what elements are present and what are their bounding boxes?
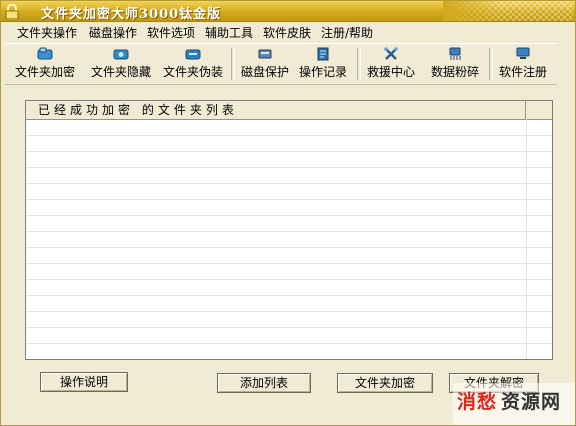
toolbar: 文件夹加密 文件夹隐藏 文件夹伪装 磁盘保护 操作记录 救援中心 数据粉碎 软件… <box>5 43 557 85</box>
list-row[interactable] <box>26 296 552 312</box>
folder-hide-icon <box>113 49 129 60</box>
lock-icon <box>5 4 19 19</box>
folder-disguise-icon <box>185 49 201 60</box>
disk-protect-icon <box>258 49 272 59</box>
watermark-text: 资源网 <box>501 391 562 413</box>
encrypted-folder-list[interactable]: 已经成功加密 的文件夹列表 <box>25 100 553 360</box>
list-row[interactable] <box>26 200 552 216</box>
list-row[interactable] <box>26 312 552 328</box>
list-row[interactable] <box>26 328 552 344</box>
menu-software-options[interactable]: 软件选项 <box>147 24 195 41</box>
list-row[interactable] <box>26 168 552 184</box>
toolbar-separator <box>489 48 493 80</box>
tool-software-register[interactable]: 软件注册 <box>495 47 551 83</box>
list-row[interactable] <box>26 184 552 200</box>
menu-aux-tools[interactable]: 辅助工具 <box>205 24 253 41</box>
tool-rescue-center[interactable]: 救援中心 <box>363 47 419 83</box>
list-row[interactable] <box>26 248 552 264</box>
list-row[interactable] <box>26 264 552 280</box>
add-list-button[interactable]: 添加列表 <box>217 373 311 393</box>
list-row[interactable] <box>26 280 552 296</box>
tool-disk-protect[interactable]: 磁盘保护 <box>237 47 293 83</box>
operation-log-icon <box>317 47 329 61</box>
menu-software-skin[interactable]: 软件皮肤 <box>263 24 311 41</box>
list-row[interactable] <box>26 136 552 152</box>
menu-folder-ops[interactable]: 文件夹操作 <box>17 24 77 41</box>
tool-operation-log[interactable]: 操作记录 <box>295 47 351 83</box>
tool-data-shred[interactable]: 数据粉碎 <box>425 47 485 83</box>
tool-folder-hide[interactable]: 文件夹隐藏 <box>85 47 157 83</box>
menu-register-help[interactable]: 注册/帮助 <box>321 24 373 41</box>
tool-folder-disguise[interactable]: 文件夹伪装 <box>157 47 229 83</box>
tool-folder-encrypt[interactable]: 文件夹加密 <box>9 47 81 83</box>
title-bar[interactable]: 文件夹加密大师3000钛金版 <box>1 1 575 22</box>
toolbar-separator <box>231 48 235 80</box>
menu-bar: 文件夹操作 磁盘操作 软件选项 辅助工具 软件皮肤 注册/帮助 <box>1 22 575 41</box>
folder-encrypt-icon <box>37 47 53 60</box>
watermark-text-red: 消愁 <box>457 391 498 413</box>
list-row[interactable] <box>26 216 552 232</box>
rescue-tools-icon <box>384 47 398 60</box>
list-row[interactable] <box>26 152 552 168</box>
instructions-button[interactable]: 操作说明 <box>40 372 128 392</box>
column-header[interactable]: 已经成功加密 的文件夹列表 <box>26 101 526 119</box>
menu-disk-ops[interactable]: 磁盘操作 <box>89 24 137 41</box>
list-row[interactable] <box>26 120 552 136</box>
data-shred-icon <box>449 47 461 60</box>
folder-encrypt-button[interactable]: 文件夹加密 <box>337 373 433 393</box>
list-row[interactable] <box>26 344 552 359</box>
titlebar-pattern <box>443 1 573 21</box>
window-title: 文件夹加密大师3000钛金版 <box>41 7 222 22</box>
main-window: 文件夹加密大师3000钛金版 文件夹操作 磁盘操作 软件选项 辅助工具 软件皮肤… <box>0 0 576 426</box>
list-header: 已经成功加密 的文件夹列表 <box>26 101 552 120</box>
computer-register-icon <box>516 47 530 59</box>
toolbar-separator <box>357 48 361 80</box>
list-row[interactable] <box>26 232 552 248</box>
